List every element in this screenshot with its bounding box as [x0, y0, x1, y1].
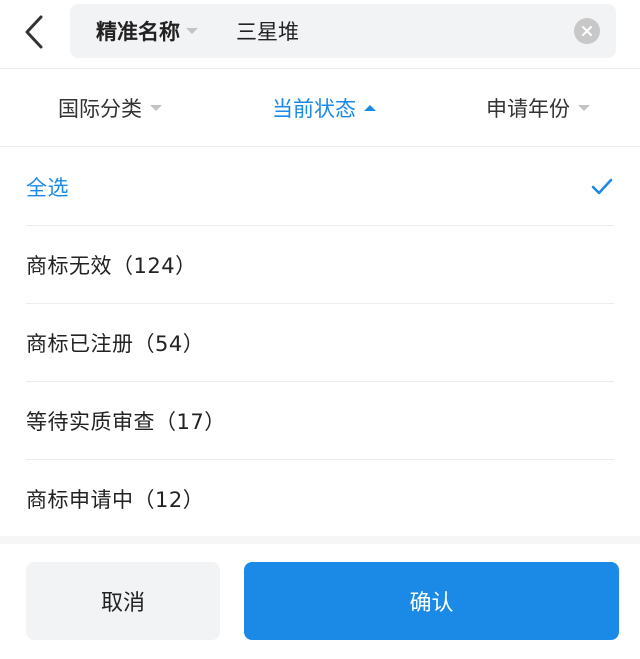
- tab-international-class[interactable]: 国际分类: [58, 70, 162, 146]
- footer-actions: 取消 确认: [0, 544, 640, 659]
- close-icon: [582, 26, 592, 36]
- search-mode-select[interactable]: 精准名称: [96, 4, 198, 58]
- option-trademark-invalid[interactable]: 商标无效（124）: [26, 226, 614, 304]
- option-label: 商标已注册（54）: [26, 331, 205, 356]
- option-trademark-registered[interactable]: 商标已注册（54）: [26, 304, 614, 382]
- status-option-list: 全选 商标无效（124） 商标已注册（54） 等待实质审查（17） 商标申请中（…: [0, 148, 640, 538]
- filter-tabs: 国际分类 当前状态 申请年份: [0, 70, 640, 146]
- tabs-divider: [0, 146, 640, 147]
- search-mode-label: 精准名称: [96, 20, 180, 44]
- caret-up-icon: [364, 105, 376, 111]
- caret-down-icon: [578, 105, 590, 111]
- option-label: 商标无效（124）: [26, 253, 197, 278]
- cancel-button[interactable]: 取消: [26, 562, 220, 640]
- trademark-filter-page: 精准名称 国际分类 当前状态 申请年份: [0, 0, 640, 659]
- chevron-left-icon: [25, 15, 43, 49]
- tab-label: 国际分类: [58, 97, 142, 121]
- tab-label: 申请年份: [486, 97, 570, 121]
- option-label: 全选: [26, 175, 69, 200]
- search-input[interactable]: [236, 4, 556, 58]
- option-select-all[interactable]: 全选: [26, 148, 614, 226]
- option-label: 等待实质审查（17）: [26, 409, 226, 434]
- search-header: 精准名称: [0, 0, 640, 66]
- tab-application-year[interactable]: 申请年份: [486, 70, 590, 146]
- back-button[interactable]: [14, 10, 54, 54]
- confirm-button[interactable]: 确认: [244, 562, 619, 640]
- option-label: 商标申请中（12）: [26, 488, 205, 512]
- option-awaiting-substantive-exam[interactable]: 等待实质审查（17）: [26, 382, 614, 460]
- tab-current-status[interactable]: 当前状态: [272, 70, 376, 146]
- caret-down-icon: [186, 28, 198, 34]
- tab-label: 当前状态: [272, 97, 356, 121]
- header-divider: [0, 68, 640, 69]
- clear-search-button[interactable]: [574, 18, 600, 44]
- option-trademark-applying[interactable]: 商标申请中（12）: [26, 460, 614, 538]
- footer-separator: [0, 536, 640, 544]
- checkmark-icon: [590, 175, 614, 199]
- caret-down-icon: [150, 105, 162, 111]
- search-box: 精准名称: [70, 4, 616, 58]
